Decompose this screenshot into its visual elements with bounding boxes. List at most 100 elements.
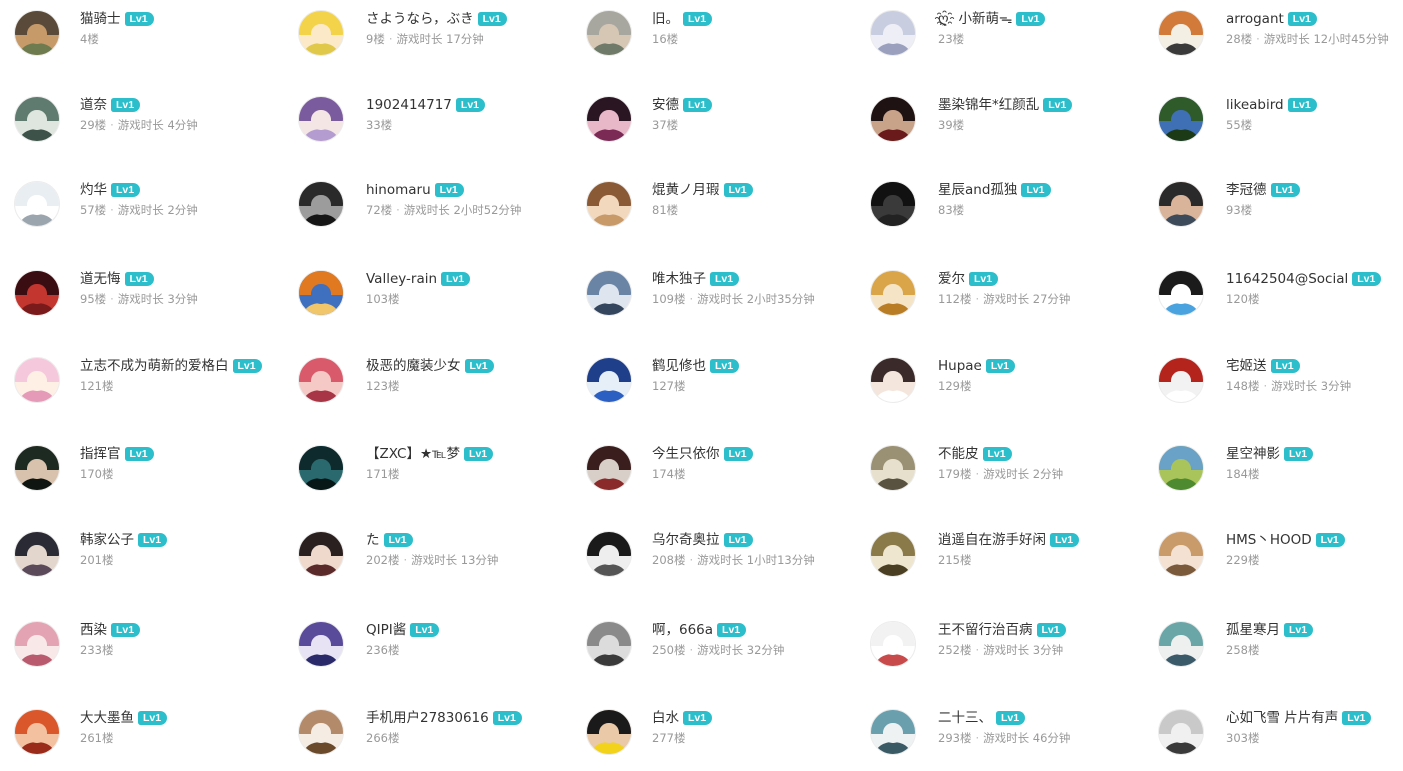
avatar[interactable] [586,445,632,491]
user-card[interactable]: Hupae Lv1 129楼 [870,357,1140,417]
avatar[interactable] [870,270,916,316]
user-card[interactable]: 焜黄ノ月瑕 Lv1 81楼 [586,181,856,241]
avatar[interactable] [298,10,344,56]
user-card[interactable]: 1902414717 Lv1 33楼 [298,96,568,156]
avatar[interactable] [870,531,916,577]
avatar[interactable] [1158,270,1204,316]
user-name[interactable]: arrogant [1226,10,1284,28]
user-card[interactable]: た Lv1 202楼 · 游戏时长 13分钟 [298,531,568,591]
user-card[interactable]: 王不留行治百病 Lv1 252楼 · 游戏时长 3分钟 [870,621,1140,681]
user-card[interactable]: 爱尔 Lv1 112楼 · 游戏时长 27分钟 [870,270,1140,330]
avatar[interactable] [14,96,60,142]
user-name[interactable]: HMS丶HOOD [1226,531,1312,549]
avatar[interactable] [870,10,916,56]
user-name[interactable]: 立志不成为萌新的爱格白 [80,357,229,375]
avatar[interactable] [14,709,60,755]
user-card[interactable]: 白水 Lv1 277楼 [586,709,856,769]
user-name[interactable]: 逍遥自在游手好闲 [938,531,1046,549]
user-card[interactable]: likeabird Lv1 55楼 [1158,96,1403,156]
user-name[interactable]: likeabird [1226,96,1284,114]
avatar[interactable] [1158,96,1204,142]
avatar[interactable] [586,270,632,316]
user-name[interactable]: 指挥官 [80,445,121,463]
user-card[interactable]: 不能皮 Lv1 179楼 · 游戏时长 2分钟 [870,445,1140,505]
user-name[interactable]: 孤星寒月 [1226,621,1280,639]
avatar[interactable] [14,531,60,577]
user-name[interactable]: 宅姬送 [1226,357,1267,375]
user-card[interactable]: 星辰and孤独 Lv1 83楼 [870,181,1140,241]
user-card[interactable]: 今生只依你 Lv1 174楼 [586,445,856,505]
avatar[interactable] [14,445,60,491]
avatar[interactable] [1158,357,1204,403]
user-name[interactable]: 手机用户27830616 [366,709,489,727]
user-card[interactable]: 星空神影 Lv1 184楼 [1158,445,1403,505]
user-name[interactable]: 焜黄ノ月瑕 [652,181,720,199]
user-name[interactable]: 道奈 [80,96,107,114]
avatar[interactable] [298,270,344,316]
user-name[interactable]: 唯木独子 [652,270,706,288]
user-name[interactable]: さようなら，ぶき [366,10,474,28]
user-name[interactable]: 安德 [652,96,679,114]
avatar[interactable] [14,357,60,403]
user-name[interactable]: 李冠德 [1226,181,1267,199]
avatar[interactable] [586,621,632,667]
avatar[interactable] [298,621,344,667]
user-name[interactable]: 鹤见修也 [652,357,706,375]
user-name[interactable]: た [366,531,380,549]
avatar[interactable] [14,10,60,56]
avatar[interactable] [870,96,916,142]
user-card[interactable]: QIPI酱 Lv1 236楼 [298,621,568,681]
user-card[interactable]: 啊，666a Lv1 250楼 · 游戏时长 32分钟 [586,621,856,681]
avatar[interactable] [298,445,344,491]
user-card[interactable]: さようなら，ぶき Lv1 9楼 · 游戏时长 17分钟 [298,10,568,70]
user-card[interactable]: 心如飞雪 片片有声 Lv1 303楼 [1158,709,1403,769]
user-card[interactable]: 【ZXC】★℡梦 Lv1 171楼 [298,445,568,505]
user-card[interactable]: 孤星寒月 Lv1 258楼 [1158,621,1403,681]
avatar[interactable] [1158,531,1204,577]
avatar[interactable] [586,181,632,227]
user-name[interactable]: 道无悔 [80,270,121,288]
avatar[interactable] [1158,181,1204,227]
user-card[interactable]: 灼华 Lv1 57楼 · 游戏时长 2分钟 [14,181,284,241]
avatar[interactable] [1158,445,1204,491]
avatar[interactable] [298,709,344,755]
user-name[interactable]: hinomaru [366,181,431,199]
avatar[interactable] [1158,709,1204,755]
user-name[interactable]: 极恶的魔装少女 [366,357,461,375]
user-name[interactable]: 爱尔 [938,270,965,288]
user-card[interactable]: 11642504@Social Lv1 120楼 [1158,270,1403,330]
avatar[interactable] [298,531,344,577]
user-card[interactable]: 立志不成为萌新的爱格白 Lv1 121楼 [14,357,284,417]
avatar[interactable] [298,357,344,403]
avatar[interactable] [14,181,60,227]
avatar[interactable] [14,621,60,667]
avatar[interactable] [870,357,916,403]
user-name[interactable]: Hupae [938,357,982,375]
user-name[interactable]: 猫骑士 [80,10,121,28]
user-card[interactable]: arrogant Lv1 28楼 · 游戏时长 12小时45分钟 [1158,10,1403,70]
user-name[interactable]: 星辰and孤独 [938,181,1017,199]
avatar[interactable] [870,709,916,755]
user-card[interactable]: HMS丶HOOD Lv1 229楼 [1158,531,1403,591]
user-name[interactable]: 灼华 [80,181,107,199]
user-name[interactable]: 旧。 [652,10,679,28]
avatar[interactable] [586,357,632,403]
user-name[interactable]: 西染 [80,621,107,639]
user-card[interactable]: 乌尔奇奥拉 Lv1 208楼 · 游戏时长 1小时13分钟 [586,531,856,591]
avatar[interactable] [870,621,916,667]
avatar[interactable] [586,10,632,56]
user-name[interactable]: 心如飞雪 片片有声 [1226,709,1338,727]
user-name[interactable]: 【ZXC】★℡梦 [366,445,460,463]
avatar[interactable] [586,709,632,755]
user-name[interactable]: 墨染锦年*红颜乱 [938,96,1039,114]
user-card[interactable]: ღ҈ 小新萌ᯓ Lv1 23楼 [870,10,1140,70]
user-card[interactable]: 宅姬送 Lv1 148楼 · 游戏时长 3分钟 [1158,357,1403,417]
user-card[interactable]: 道无悔 Lv1 95楼 · 游戏时长 3分钟 [14,270,284,330]
avatar[interactable] [870,445,916,491]
user-card[interactable]: 旧。 Lv1 16楼 [586,10,856,70]
user-card[interactable]: hinomaru Lv1 72楼 · 游戏时长 2小时52分钟 [298,181,568,241]
user-card[interactable]: 墨染锦年*红颜乱 Lv1 39楼 [870,96,1140,156]
user-card[interactable]: 鹤见修也 Lv1 127楼 [586,357,856,417]
user-card[interactable]: 唯木独子 Lv1 109楼 · 游戏时长 2小时35分钟 [586,270,856,330]
user-name[interactable]: 啊，666a [652,621,713,639]
